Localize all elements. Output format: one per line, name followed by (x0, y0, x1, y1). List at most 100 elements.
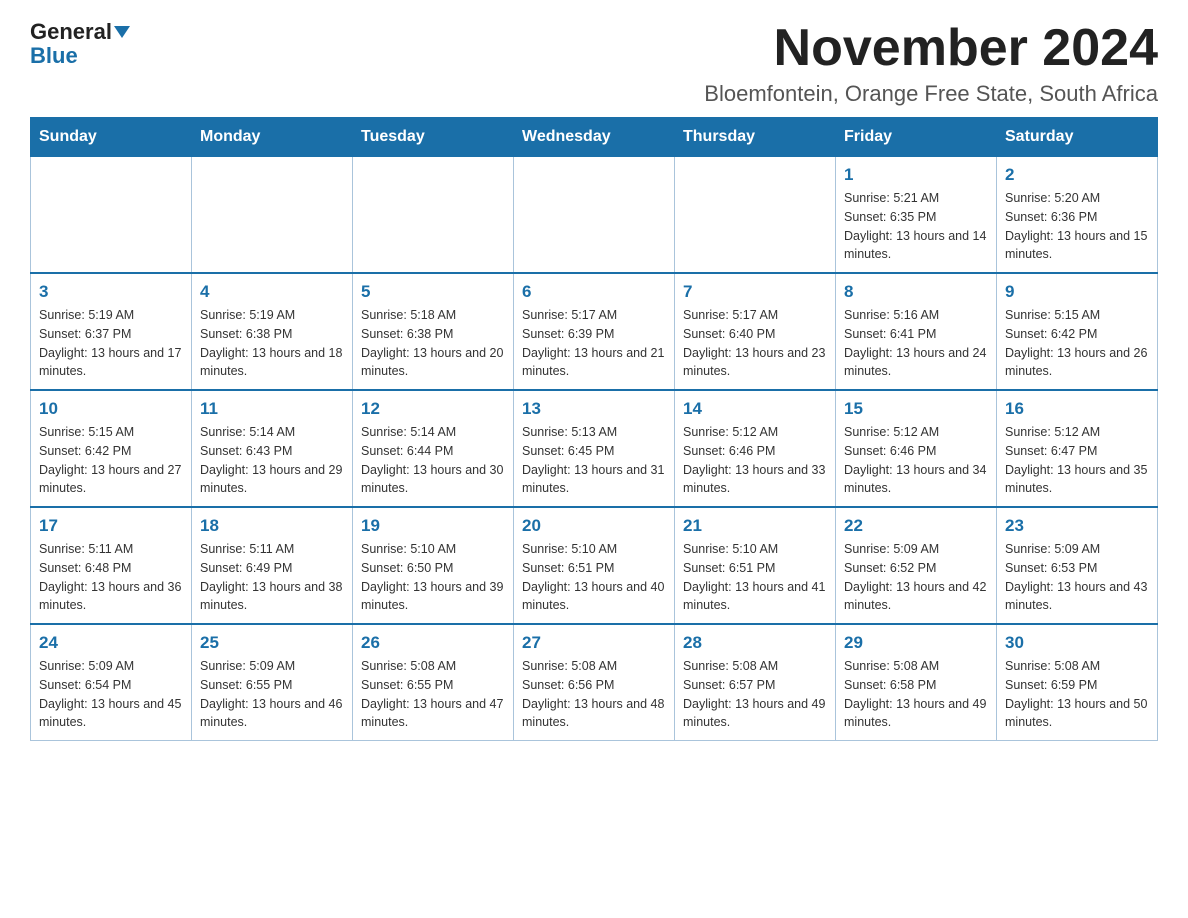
day-number: 24 (39, 633, 183, 653)
month-title: November 2024 (704, 20, 1158, 77)
day-number: 23 (1005, 516, 1149, 536)
calendar-cell: 11 Sunrise: 5:14 AM Sunset: 6:43 PM Dayli… (192, 390, 353, 507)
calendar-header-tuesday: Tuesday (353, 118, 514, 157)
calendar-cell: 17 Sunrise: 5:11 AM Sunset: 6:48 PM Dayli… (31, 507, 192, 624)
calendar-cell: 3 Sunrise: 5:19 AM Sunset: 6:37 PM Daylig… (31, 273, 192, 390)
day-info: Sunrise: 5:19 AM Sunset: 6:37 PM Dayligh… (39, 306, 183, 381)
calendar-header-friday: Friday (836, 118, 997, 157)
calendar-cell: 5 Sunrise: 5:18 AM Sunset: 6:38 PM Daylig… (353, 273, 514, 390)
day-number: 29 (844, 633, 988, 653)
day-number: 10 (39, 399, 183, 419)
day-info: Sunrise: 5:17 AM Sunset: 6:40 PM Dayligh… (683, 306, 827, 381)
day-info: Sunrise: 5:19 AM Sunset: 6:38 PM Dayligh… (200, 306, 344, 381)
day-info: Sunrise: 5:11 AM Sunset: 6:49 PM Dayligh… (200, 540, 344, 615)
calendar-cell: 29Sunrise: 5:08 AM Sunset: 6:58 PM Dayli… (836, 624, 997, 741)
day-number: 2 (1005, 165, 1149, 185)
day-info: Sunrise: 5:09 AM Sunset: 6:52 PM Dayligh… (844, 540, 988, 615)
calendar-cell (353, 157, 514, 274)
day-info: Sunrise: 5:21 AM Sunset: 6:35 PM Dayligh… (844, 189, 988, 264)
calendar-cell: 27 Sunrise: 5:08 AM Sunset: 6:56 PM Dayli… (514, 624, 675, 741)
logo-triangle-icon (114, 26, 130, 38)
calendar-week-5: 24 Sunrise: 5:09 AM Sunset: 6:54 PM Dayli… (31, 624, 1158, 741)
calendar-cell: 30 Sunrise: 5:08 AM Sunset: 6:59 PM Dayli… (997, 624, 1158, 741)
day-number: 11 (200, 399, 344, 419)
calendar-week-3: 10 Sunrise: 5:15 AM Sunset: 6:42 PM Dayli… (31, 390, 1158, 507)
day-number: 12 (361, 399, 505, 419)
day-number: 18 (200, 516, 344, 536)
calendar-cell: 1 Sunrise: 5:21 AM Sunset: 6:35 PM Daylig… (836, 157, 997, 274)
calendar-header-sunday: Sunday (31, 118, 192, 157)
calendar-cell: 16 Sunrise: 5:12 AM Sunset: 6:47 PM Dayli… (997, 390, 1158, 507)
day-info: Sunrise: 5:09 AM Sunset: 6:55 PM Dayligh… (200, 657, 344, 732)
day-info: Sunrise: 5:16 AM Sunset: 6:41 PM Dayligh… (844, 306, 988, 381)
day-info: Sunrise: 5:15 AM Sunset: 6:42 PM Dayligh… (1005, 306, 1149, 381)
day-info: Sunrise: 5:15 AM Sunset: 6:42 PM Dayligh… (39, 423, 183, 498)
day-info: Sunrise: 5:12 AM Sunset: 6:46 PM Dayligh… (844, 423, 988, 498)
day-info: Sunrise: 5:08 AM Sunset: 6:55 PM Dayligh… (361, 657, 505, 732)
calendar-week-1: 1 Sunrise: 5:21 AM Sunset: 6:35 PM Daylig… (31, 157, 1158, 274)
day-number: 26 (361, 633, 505, 653)
calendar-header-wednesday: Wednesday (514, 118, 675, 157)
calendar-cell: 15 Sunrise: 5:12 AM Sunset: 6:46 PM Dayli… (836, 390, 997, 507)
title-block: November 2024 Bloemfontein, Orange Free … (704, 20, 1158, 107)
calendar-header-saturday: Saturday (997, 118, 1158, 157)
calendar-cell: 22 Sunrise: 5:09 AM Sunset: 6:52 PM Dayli… (836, 507, 997, 624)
day-info: Sunrise: 5:08 AM Sunset: 6:57 PM Dayligh… (683, 657, 827, 732)
day-number: 30 (1005, 633, 1149, 653)
day-number: 5 (361, 282, 505, 302)
calendar-week-2: 3 Sunrise: 5:19 AM Sunset: 6:37 PM Daylig… (31, 273, 1158, 390)
page-header: General Blue November 2024 Bloemfontein,… (30, 20, 1158, 107)
calendar-header-thursday: Thursday (675, 118, 836, 157)
calendar-cell: 20Sunrise: 5:10 AM Sunset: 6:51 PM Dayli… (514, 507, 675, 624)
logo: General Blue (30, 20, 130, 68)
calendar-cell: 6 Sunrise: 5:17 AM Sunset: 6:39 PM Daylig… (514, 273, 675, 390)
day-number: 4 (200, 282, 344, 302)
day-info: Sunrise: 5:12 AM Sunset: 6:47 PM Dayligh… (1005, 423, 1149, 498)
calendar-cell: 4 Sunrise: 5:19 AM Sunset: 6:38 PM Daylig… (192, 273, 353, 390)
day-info: Sunrise: 5:14 AM Sunset: 6:44 PM Dayligh… (361, 423, 505, 498)
day-number: 17 (39, 516, 183, 536)
day-number: 15 (844, 399, 988, 419)
day-number: 3 (39, 282, 183, 302)
calendar-cell: 28 Sunrise: 5:08 AM Sunset: 6:57 PM Dayli… (675, 624, 836, 741)
day-number: 8 (844, 282, 988, 302)
calendar-cell: 21 Sunrise: 5:10 AM Sunset: 6:51 PM Dayli… (675, 507, 836, 624)
calendar-cell: 10 Sunrise: 5:15 AM Sunset: 6:42 PM Dayli… (31, 390, 192, 507)
calendar-header-monday: Monday (192, 118, 353, 157)
day-info: Sunrise: 5:13 AM Sunset: 6:45 PM Dayligh… (522, 423, 666, 498)
calendar-cell: 14Sunrise: 5:12 AM Sunset: 6:46 PM Dayli… (675, 390, 836, 507)
day-info: Sunrise: 5:10 AM Sunset: 6:50 PM Dayligh… (361, 540, 505, 615)
day-number: 14 (683, 399, 827, 419)
day-number: 19 (361, 516, 505, 536)
day-number: 22 (844, 516, 988, 536)
calendar-cell: 7Sunrise: 5:17 AM Sunset: 6:40 PM Daylig… (675, 273, 836, 390)
day-info: Sunrise: 5:08 AM Sunset: 6:59 PM Dayligh… (1005, 657, 1149, 732)
calendar-cell: 24 Sunrise: 5:09 AM Sunset: 6:54 PM Dayli… (31, 624, 192, 741)
calendar-cell (514, 157, 675, 274)
calendar-cell: 23 Sunrise: 5:09 AM Sunset: 6:53 PM Dayli… (997, 507, 1158, 624)
day-number: 27 (522, 633, 666, 653)
calendar-cell: 9Sunrise: 5:15 AM Sunset: 6:42 PM Daylig… (997, 273, 1158, 390)
day-info: Sunrise: 5:10 AM Sunset: 6:51 PM Dayligh… (683, 540, 827, 615)
day-number: 16 (1005, 399, 1149, 419)
day-number: 21 (683, 516, 827, 536)
calendar-cell: 2 Sunrise: 5:20 AM Sunset: 6:36 PM Daylig… (997, 157, 1158, 274)
day-number: 6 (522, 282, 666, 302)
day-info: Sunrise: 5:08 AM Sunset: 6:56 PM Dayligh… (522, 657, 666, 732)
day-info: Sunrise: 5:17 AM Sunset: 6:39 PM Dayligh… (522, 306, 666, 381)
day-info: Sunrise: 5:09 AM Sunset: 6:53 PM Dayligh… (1005, 540, 1149, 615)
day-info: Sunrise: 5:09 AM Sunset: 6:54 PM Dayligh… (39, 657, 183, 732)
calendar-cell: 13Sunrise: 5:13 AM Sunset: 6:45 PM Dayli… (514, 390, 675, 507)
calendar-cell (31, 157, 192, 274)
calendar-week-4: 17 Sunrise: 5:11 AM Sunset: 6:48 PM Dayli… (31, 507, 1158, 624)
day-info: Sunrise: 5:10 AM Sunset: 6:51 PM Dayligh… (522, 540, 666, 615)
day-info: Sunrise: 5:18 AM Sunset: 6:38 PM Dayligh… (361, 306, 505, 381)
day-number: 1 (844, 165, 988, 185)
calendar-table: SundayMondayTuesdayWednesdayThursdayFrid… (30, 117, 1158, 741)
calendar-cell (192, 157, 353, 274)
day-info: Sunrise: 5:14 AM Sunset: 6:43 PM Dayligh… (200, 423, 344, 498)
location-subtitle: Bloemfontein, Orange Free State, South A… (704, 81, 1158, 107)
day-info: Sunrise: 5:11 AM Sunset: 6:48 PM Dayligh… (39, 540, 183, 615)
day-info: Sunrise: 5:20 AM Sunset: 6:36 PM Dayligh… (1005, 189, 1149, 264)
day-number: 28 (683, 633, 827, 653)
